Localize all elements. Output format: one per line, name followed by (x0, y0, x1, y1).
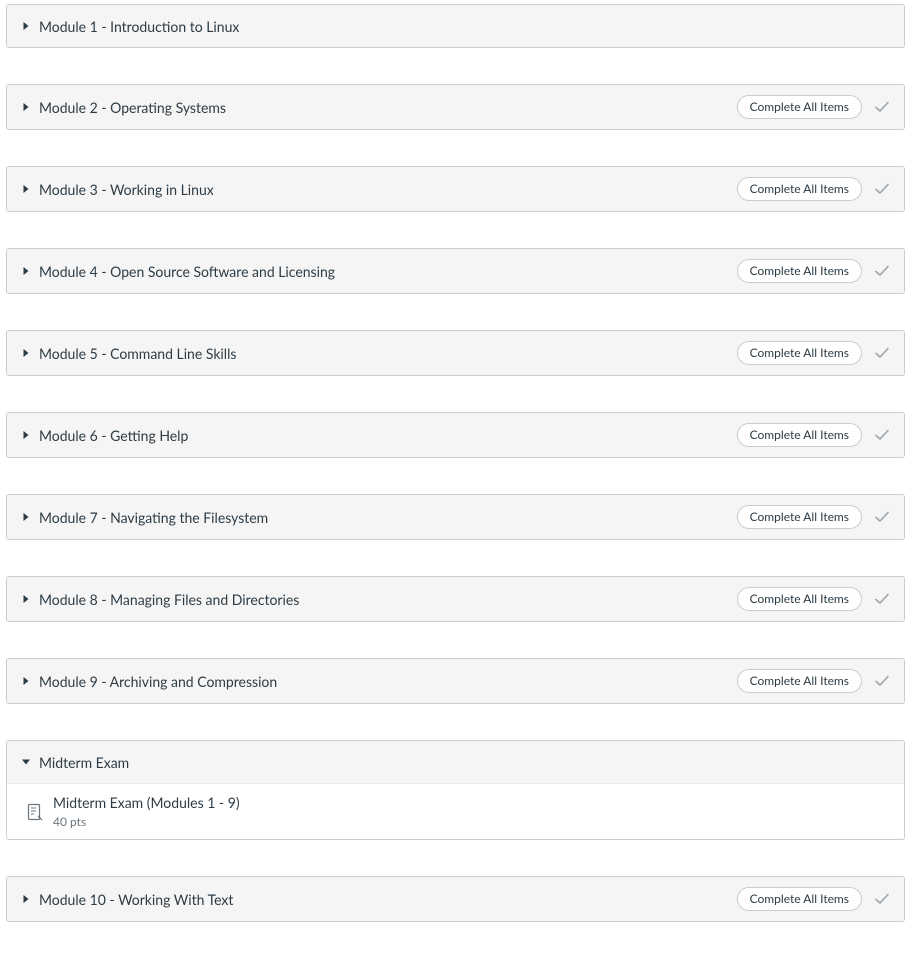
module-header[interactable]: Module 10 - Working With TextComplete Al… (7, 877, 904, 921)
module: Midterm Exam Midterm Exam (Modules 1 - 9)… (6, 740, 905, 840)
module-title: Module 6 - Getting Help (39, 427, 737, 444)
check-icon (874, 891, 890, 907)
complete-all-items-button[interactable]: Complete All Items (737, 887, 862, 911)
module-title: Midterm Exam (39, 754, 890, 771)
module: Module 9 - Archiving and CompressionComp… (6, 658, 905, 704)
chevron-down-icon (21, 759, 31, 765)
module-body: Midterm Exam (Modules 1 - 9) 40 pts (7, 783, 904, 839)
module-actions: Complete All Items (737, 587, 890, 611)
check-icon (874, 99, 890, 115)
module-header[interactable]: Module 2 - Operating SystemsComplete All… (7, 85, 904, 129)
module-actions: Complete All Items (737, 887, 890, 911)
module-title: Module 3 - Working in Linux (39, 181, 737, 198)
module-header[interactable]: Module 3 - Working in LinuxComplete All … (7, 167, 904, 211)
module-header[interactable]: Midterm Exam (7, 741, 904, 783)
complete-all-items-button[interactable]: Complete All Items (737, 177, 862, 201)
chevron-right-icon (21, 677, 31, 685)
module-actions: Complete All Items (737, 423, 890, 447)
item-title[interactable]: Midterm Exam (Modules 1 - 9) (53, 794, 890, 812)
module: Module 6 - Getting HelpComplete All Item… (6, 412, 905, 458)
complete-all-items-button[interactable]: Complete All Items (737, 341, 862, 365)
module-title: Module 4 - Open Source Software and Lice… (39, 263, 737, 280)
module: Module 3 - Working in LinuxComplete All … (6, 166, 905, 212)
module: Module 10 - Working With TextComplete Al… (6, 876, 905, 922)
quiz-icon (21, 803, 49, 821)
chevron-right-icon (21, 595, 31, 603)
module-title: Module 8 - Managing Files and Directorie… (39, 591, 737, 608)
module: Module 4 - Open Source Software and Lice… (6, 248, 905, 294)
module-title: Module 2 - Operating Systems (39, 99, 737, 116)
chevron-right-icon (21, 895, 31, 903)
module-title: Module 5 - Command Line Skills (39, 345, 737, 362)
complete-all-items-button[interactable]: Complete All Items (737, 669, 862, 693)
module: Module 7 - Navigating the FilesystemComp… (6, 494, 905, 540)
module-header[interactable]: Module 5 - Command Line SkillsComplete A… (7, 331, 904, 375)
complete-all-items-button[interactable]: Complete All Items (737, 423, 862, 447)
module-actions: Complete All Items (737, 341, 890, 365)
module-header[interactable]: Module 7 - Navigating the FilesystemComp… (7, 495, 904, 539)
module-header[interactable]: Module 4 - Open Source Software and Lice… (7, 249, 904, 293)
chevron-right-icon (21, 103, 31, 111)
check-icon (874, 345, 890, 361)
module: Module 2 - Operating SystemsComplete All… (6, 84, 905, 130)
module-title: Module 10 - Working With Text (39, 891, 737, 908)
check-icon (874, 263, 890, 279)
check-icon (874, 427, 890, 443)
chevron-right-icon (21, 185, 31, 193)
module-actions: Complete All Items (737, 259, 890, 283)
chevron-right-icon (21, 22, 31, 30)
module-header[interactable]: Module 8 - Managing Files and Directorie… (7, 577, 904, 621)
complete-all-items-button[interactable]: Complete All Items (737, 587, 862, 611)
item-text: Midterm Exam (Modules 1 - 9) 40 pts (49, 794, 890, 829)
module-title: Module 9 - Archiving and Compression (39, 673, 737, 690)
chevron-right-icon (21, 431, 31, 439)
module-actions: Complete All Items (737, 505, 890, 529)
chevron-right-icon (21, 349, 31, 357)
check-icon (874, 673, 890, 689)
complete-all-items-button[interactable]: Complete All Items (737, 505, 862, 529)
module-header[interactable]: Module 6 - Getting HelpComplete All Item… (7, 413, 904, 457)
chevron-right-icon (21, 267, 31, 275)
module-header[interactable]: Module 1 - Introduction to Linux (7, 5, 904, 47)
module-actions: Complete All Items (737, 669, 890, 693)
check-icon (874, 509, 890, 525)
module-title: Module 7 - Navigating the Filesystem (39, 509, 737, 526)
module-header[interactable]: Module 9 - Archiving and CompressionComp… (7, 659, 904, 703)
item-points: 40 pts (53, 814, 890, 829)
complete-all-items-button[interactable]: Complete All Items (737, 95, 862, 119)
check-icon (874, 181, 890, 197)
chevron-right-icon (21, 513, 31, 521)
module: Module 5 - Command Line SkillsComplete A… (6, 330, 905, 376)
complete-all-items-button[interactable]: Complete All Items (737, 259, 862, 283)
module: Module 8 - Managing Files and Directorie… (6, 576, 905, 622)
module-actions: Complete All Items (737, 177, 890, 201)
module-actions: Complete All Items (737, 95, 890, 119)
module: Module 1 - Introduction to Linux (6, 4, 905, 48)
module-title: Module 1 - Introduction to Linux (39, 18, 890, 35)
module-item[interactable]: Midterm Exam (Modules 1 - 9) 40 pts (7, 783, 904, 839)
check-icon (874, 591, 890, 607)
